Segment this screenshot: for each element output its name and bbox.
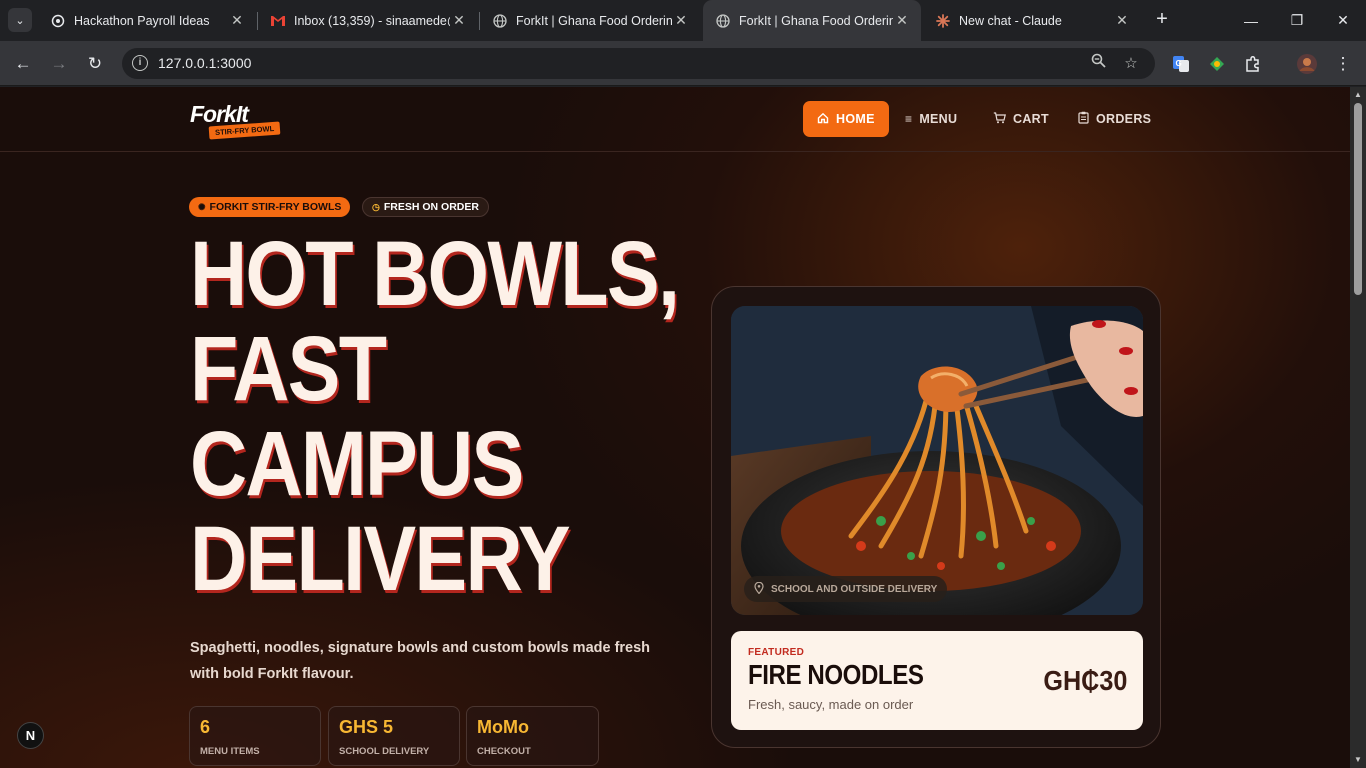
forkit-page: ForkIt STIR-FRY BOWL HOME ≡ MENU CART OR… [0, 87, 1350, 768]
stat-label: CHECKOUT [477, 746, 531, 757]
globe-icon [492, 13, 508, 29]
browser-tab-5[interactable]: New chat - Claude ✕ [923, 0, 1141, 41]
zoom-icon[interactable] [1087, 53, 1109, 75]
nav-home-label: HOME [836, 112, 875, 126]
tab-title: ForkIt | Ghana Food Ordering [739, 13, 893, 28]
plus-icon: + [1156, 8, 1168, 30]
browser-toolbar: ← → ↻ i 127.0.0.1:3000 ☆ G ⋮ [0, 41, 1366, 86]
site-info-icon[interactable]: i [132, 55, 148, 71]
stat-value: 6 [200, 717, 211, 737]
scrollbar-thumb[interactable] [1354, 103, 1362, 295]
hamburger-icon: ≡ [905, 112, 913, 126]
stat-value: MoMo [477, 717, 529, 737]
hero-description: Spaghetti, noodles, signature bowls and … [190, 640, 651, 682]
extension-icon[interactable] [1203, 50, 1231, 78]
nav-menu[interactable]: ≡ MENU [891, 101, 971, 137]
stat-label: SCHOOL DELIVERY [339, 746, 430, 757]
chevron-down-icon: ⌄ [15, 14, 25, 27]
nav-cart-label: CART [1013, 112, 1049, 126]
site-navbar: ForkIt STIR-FRY BOWL HOME ≡ MENU CART OR… [0, 87, 1350, 152]
nextjs-dev-badge[interactable]: N [17, 722, 44, 749]
nav-home[interactable]: HOME [803, 101, 889, 137]
browser-tab-3[interactable]: ForkIt | Ghana Food Ordering ✕ [480, 0, 700, 41]
stat-card-school-delivery: GHS 5 SCHOOL DELIVERY [328, 706, 460, 766]
tab-title: Hackathon Payroll Ideas [74, 13, 210, 28]
reload-icon: ↻ [87, 54, 103, 73]
delivery-area-chip: SCHOOL AND OUTSIDE DELIVERY [744, 576, 948, 602]
close-tab-icon[interactable]: ✕ [450, 12, 468, 29]
new-tab-button[interactable]: + [1150, 8, 1174, 32]
stat-value: GHS 5 [339, 717, 394, 737]
fresh-badge-label: FRESH ON ORDER [383, 201, 479, 213]
browser-tab-bar: ⌄ Hackathon Payroll Ideas ✕ Inbox (13,35… [0, 0, 1366, 41]
hero-headline-line-2: FAST [190, 318, 387, 420]
featured-dish-price: GH₵30 [1042, 665, 1127, 696]
clipboard-icon [1078, 111, 1089, 127]
tab-title: ForkIt | Ghana Food Ordering [516, 13, 672, 28]
minimize-window-button[interactable]: — [1228, 0, 1274, 41]
close-icon: ✕ [1337, 12, 1349, 28]
brand-badge-label: FORKIT STIR-FRY BOWLS [209, 201, 342, 213]
featured-dish-card[interactable]: SCHOOL AND OUTSIDE DELIVERY FEATURED FIR… [711, 286, 1161, 748]
nav-orders-label: ORDERS [1096, 112, 1152, 126]
nav-menu-label: MENU [919, 112, 958, 126]
location-pin-icon [754, 581, 764, 597]
bookmark-star-icon[interactable]: ☆ [1120, 53, 1142, 75]
close-window-button[interactable]: ✕ [1320, 0, 1366, 41]
featured-dish-name: FIRE NOODLES [748, 659, 924, 690]
hero-headline-line-4: DELIVERY [190, 508, 571, 610]
openai-icon [50, 13, 66, 29]
page-scrollbar[interactable]: ▲ ▼ [1350, 87, 1366, 768]
claude-icon [935, 13, 951, 29]
scroll-up-arrow-icon[interactable]: ▲ [1353, 90, 1363, 100]
nav-cart[interactable]: CART [979, 101, 1063, 137]
reload-button[interactable]: ↻ [81, 50, 109, 78]
minimize-icon: — [1244, 12, 1258, 29]
address-url[interactable]: 127.0.0.1:3000 [158, 55, 251, 71]
browser-tab-2[interactable]: Inbox (13,359) - sinaamede@ ✕ [258, 0, 478, 41]
browser-menu-kebab-icon[interactable]: ⋮ [1329, 50, 1357, 78]
delivery-area-label: SCHOOL AND OUTSIDE DELIVERY [771, 583, 938, 595]
featured-dish-info: FEATURED FIRE NOODLES Fresh, saucy, made… [731, 631, 1143, 730]
hero-headline-line-3: CAMPUS [190, 413, 524, 515]
sparkle-icon: ✺ [198, 201, 206, 212]
back-button[interactable]: ← [9, 50, 37, 78]
forward-button[interactable]: → [45, 50, 73, 78]
clock-icon: ◷ [372, 201, 380, 212]
close-tab-icon[interactable]: ✕ [672, 12, 690, 29]
fire-noodles-photo: SCHOOL AND OUTSIDE DELIVERY [731, 306, 1143, 615]
restore-window-button[interactable]: ❐ [1274, 0, 1320, 41]
stat-card-checkout: MoMo CHECKOUT [466, 706, 599, 766]
browser-tab-4-active[interactable]: ForkIt | Ghana Food Ordering ✕ [703, 0, 921, 41]
featured-kicker: FEATURED [748, 647, 805, 658]
close-tab-icon[interactable]: ✕ [228, 12, 246, 29]
forkit-logo[interactable]: ForkIt STIR-FRY BOWL [190, 101, 286, 141]
globe-icon [715, 13, 731, 29]
extensions-puzzle-icon[interactable] [1239, 50, 1267, 78]
fresh-badge: ◷ FRESH ON ORDER [362, 197, 489, 217]
stat-label: MENU ITEMS [200, 746, 260, 757]
stat-card-menu-items: 6 MENU ITEMS [189, 706, 321, 766]
gmail-icon [270, 13, 286, 29]
address-bar[interactable]: i 127.0.0.1:3000 ☆ [122, 48, 1155, 79]
arrow-left-icon: ← [14, 54, 32, 73]
tab-search-button[interactable]: ⌄ [8, 8, 32, 32]
cart-icon [993, 111, 1006, 127]
tab-title: New chat - Claude [959, 13, 1062, 28]
browser-tab-1[interactable]: Hackathon Payroll Ideas ✕ [38, 0, 256, 41]
arrow-right-icon: → [50, 54, 68, 73]
nav-orders[interactable]: ORDERS [1064, 101, 1165, 137]
scroll-down-arrow-icon[interactable]: ▼ [1353, 755, 1363, 765]
tab-title: Inbox (13,359) - sinaamede@ [294, 13, 450, 28]
profile-avatar-icon[interactable] [1293, 50, 1321, 78]
close-tab-icon[interactable]: ✕ [1113, 12, 1131, 29]
brand-badge: ✺ FORKIT STIR-FRY BOWLS [189, 197, 351, 217]
restore-icon: ❐ [1290, 12, 1304, 28]
featured-dish-description: Fresh, saucy, made on order [748, 697, 914, 712]
google-translate-extension-icon[interactable]: G [1167, 50, 1195, 78]
svg-text:G: G [1176, 59, 1182, 68]
hero-headline-line-1: HOT BOWLS, [190, 223, 680, 325]
close-tab-icon[interactable]: ✕ [893, 12, 911, 29]
home-icon [817, 112, 829, 127]
